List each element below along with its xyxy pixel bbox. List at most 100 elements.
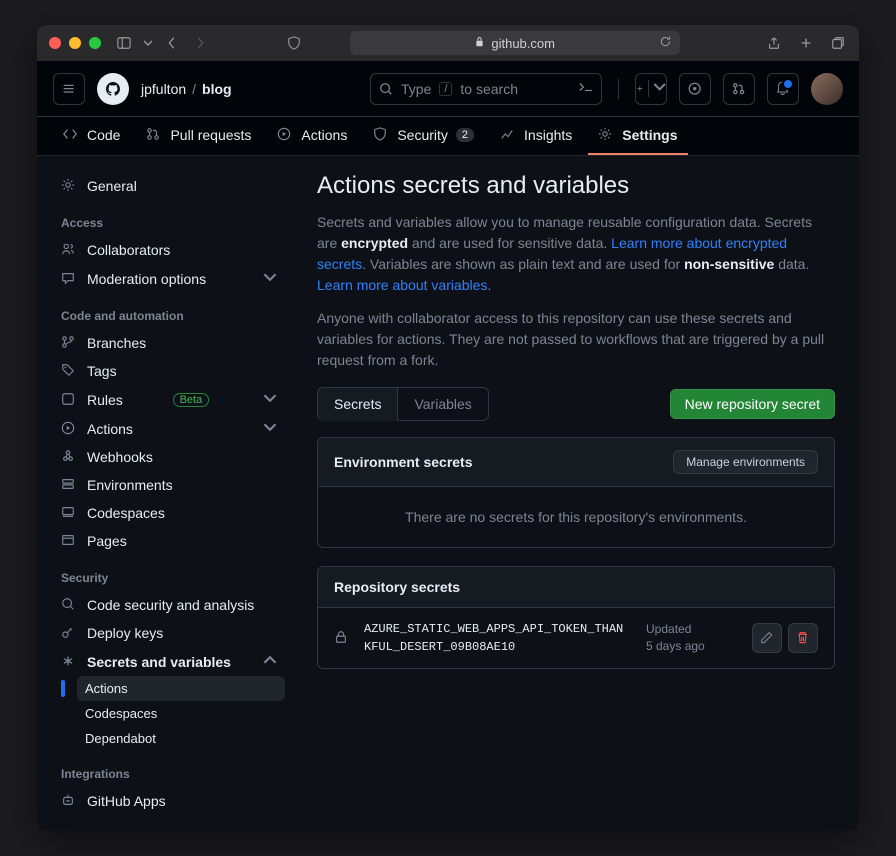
webhook-icon — [61, 449, 77, 465]
window-minimize[interactable] — [69, 37, 81, 49]
hamburger-button[interactable] — [53, 73, 85, 105]
github-logo[interactable] — [97, 73, 129, 105]
url-bar[interactable]: github.com — [350, 31, 680, 55]
sidebar-item-label: Dependabot — [85, 731, 156, 746]
tab-code[interactable]: Code — [53, 117, 130, 155]
tab-pull-requests[interactable]: Pull requests — [136, 117, 261, 155]
notifications-button[interactable] — [767, 73, 799, 105]
repo-nav: Code Pull requests Actions Security 2 In… — [37, 117, 859, 156]
sidebar-heading-access: Access — [53, 200, 285, 236]
secret-row: AZURE_STATIC_WEB_APPS_API_TOKEN_THANKFUL… — [318, 608, 834, 668]
settings-sidebar: General Access Collaborators Moderation … — [37, 156, 293, 831]
sidebar-item-label: Code security and analysis — [87, 597, 254, 613]
sidebar-item-label: Tags — [87, 363, 117, 379]
tabs-icon[interactable] — [829, 34, 847, 52]
codescan-icon — [61, 597, 77, 613]
environment-secrets-panel: Environment secrets Manage environments … — [317, 437, 835, 548]
sidebar-item-label: Webhooks — [87, 449, 153, 465]
sidebar-github-apps[interactable]: GitHub Apps — [53, 787, 285, 815]
learn-variables-link[interactable]: Learn more about variables — [317, 277, 487, 293]
breadcrumb-separator: / — [192, 81, 196, 97]
sidebar-sub-dependabot[interactable]: Dependabot — [77, 726, 285, 751]
sidebar-branches[interactable]: Branches — [53, 329, 285, 357]
page-description-1: Secrets and variables allow you to manag… — [317, 212, 835, 296]
sidebar-item-label: Moderation options — [87, 271, 206, 287]
issues-button[interactable] — [679, 73, 711, 105]
search-input[interactable]: Type / to search — [370, 73, 602, 105]
sidebar-codespaces[interactable]: Codespaces — [53, 499, 285, 527]
tab-settings[interactable]: Settings — [588, 117, 687, 155]
new-tab-icon[interactable] — [797, 34, 815, 52]
sidebar-heading-security: Security — [53, 555, 285, 591]
forward-icon[interactable] — [191, 34, 209, 52]
sidebar-rules[interactable]: Rules Beta — [53, 385, 285, 414]
tab-insights[interactable]: Insights — [490, 117, 582, 155]
sidebar-collaborators[interactable]: Collaborators — [53, 236, 285, 264]
sidebar-code-security[interactable]: Code security and analysis — [53, 591, 285, 619]
gear-icon — [61, 178, 77, 194]
delete-secret-button[interactable] — [788, 623, 818, 653]
environment-secrets-heading: Environment secrets — [334, 454, 473, 470]
window-close[interactable] — [49, 37, 61, 49]
git-branch-icon — [61, 335, 77, 351]
create-new-button[interactable] — [635, 73, 667, 105]
sidebar-sub-codespaces[interactable]: Codespaces — [77, 701, 285, 726]
codespaces-icon — [61, 505, 77, 521]
tab-variables[interactable]: Variables — [398, 387, 488, 421]
manage-environments-button[interactable]: Manage environments — [673, 450, 818, 474]
chevron-down-icon[interactable] — [143, 34, 153, 52]
url-text: github.com — [491, 36, 555, 51]
back-icon[interactable] — [163, 34, 181, 52]
user-avatar[interactable] — [811, 73, 843, 105]
reload-icon[interactable] — [659, 35, 672, 51]
share-icon[interactable] — [765, 34, 783, 52]
sidebar-item-label: Pages — [87, 533, 127, 549]
sidebar-item-label: Secrets and variables — [87, 654, 231, 670]
search-prefix: Type — [401, 81, 431, 97]
sidebar-deploy-keys[interactable]: Deploy keys — [53, 619, 285, 647]
sidebar-sub-actions[interactable]: Actions — [77, 676, 285, 701]
sidebar-environments[interactable]: Environments — [53, 471, 285, 499]
sidebar-secrets-variables[interactable]: Secrets and variables — [53, 647, 285, 676]
shield-icon[interactable] — [285, 34, 303, 52]
sidebar-item-label: Deploy keys — [87, 625, 163, 641]
breadcrumb-owner[interactable]: jpfulton — [141, 81, 186, 97]
repository-secrets-panel: Repository secrets AZURE_STATIC_WEB_APPS… — [317, 566, 835, 669]
lock-icon — [334, 630, 348, 647]
sidebar-toggle-icon[interactable] — [115, 34, 133, 52]
search-slash-key: / — [439, 82, 452, 96]
sidebar-item-label: Branches — [87, 335, 146, 351]
graph-icon — [500, 127, 516, 143]
sidebar-actions[interactable]: Actions — [53, 414, 285, 443]
chevron-down-icon — [263, 420, 277, 437]
breadcrumb-repo[interactable]: blog — [202, 81, 232, 97]
sidebar-item-label: Rules — [87, 392, 123, 408]
play-icon — [61, 421, 77, 437]
pull-requests-button[interactable] — [723, 73, 755, 105]
edit-secret-button[interactable] — [752, 623, 782, 653]
sidebar-heading-integrations: Integrations — [53, 751, 285, 787]
new-repository-secret-button[interactable]: New repository secret — [670, 389, 835, 419]
tab-security-label: Security — [397, 127, 448, 143]
lock-icon — [474, 36, 485, 50]
secret-updated: Updated 5 days ago — [646, 621, 736, 655]
sidebar-webhooks[interactable]: Webhooks — [53, 443, 285, 471]
people-icon — [61, 242, 77, 258]
sidebar-moderation[interactable]: Moderation options — [53, 264, 285, 293]
chevron-down-icon — [263, 391, 277, 408]
hubot-icon — [61, 793, 77, 809]
window-zoom[interactable] — [89, 37, 101, 49]
tab-actions[interactable]: Actions — [267, 117, 357, 155]
page-title: Actions secrets and variables — [317, 172, 835, 200]
sidebar-item-label: Codespaces — [87, 505, 165, 521]
sidebar-pages[interactable]: Pages — [53, 527, 285, 555]
server-icon — [61, 477, 77, 493]
page-description-2: Anyone with collaborator access to this … — [317, 308, 835, 371]
sidebar-item-label: Environments — [87, 477, 173, 493]
comment-icon — [61, 271, 77, 287]
tab-security[interactable]: Security 2 — [363, 117, 484, 155]
sidebar-general[interactable]: General — [53, 172, 285, 200]
tab-secrets[interactable]: Secrets — [317, 387, 398, 421]
play-icon — [277, 127, 293, 143]
sidebar-tags[interactable]: Tags — [53, 357, 285, 385]
